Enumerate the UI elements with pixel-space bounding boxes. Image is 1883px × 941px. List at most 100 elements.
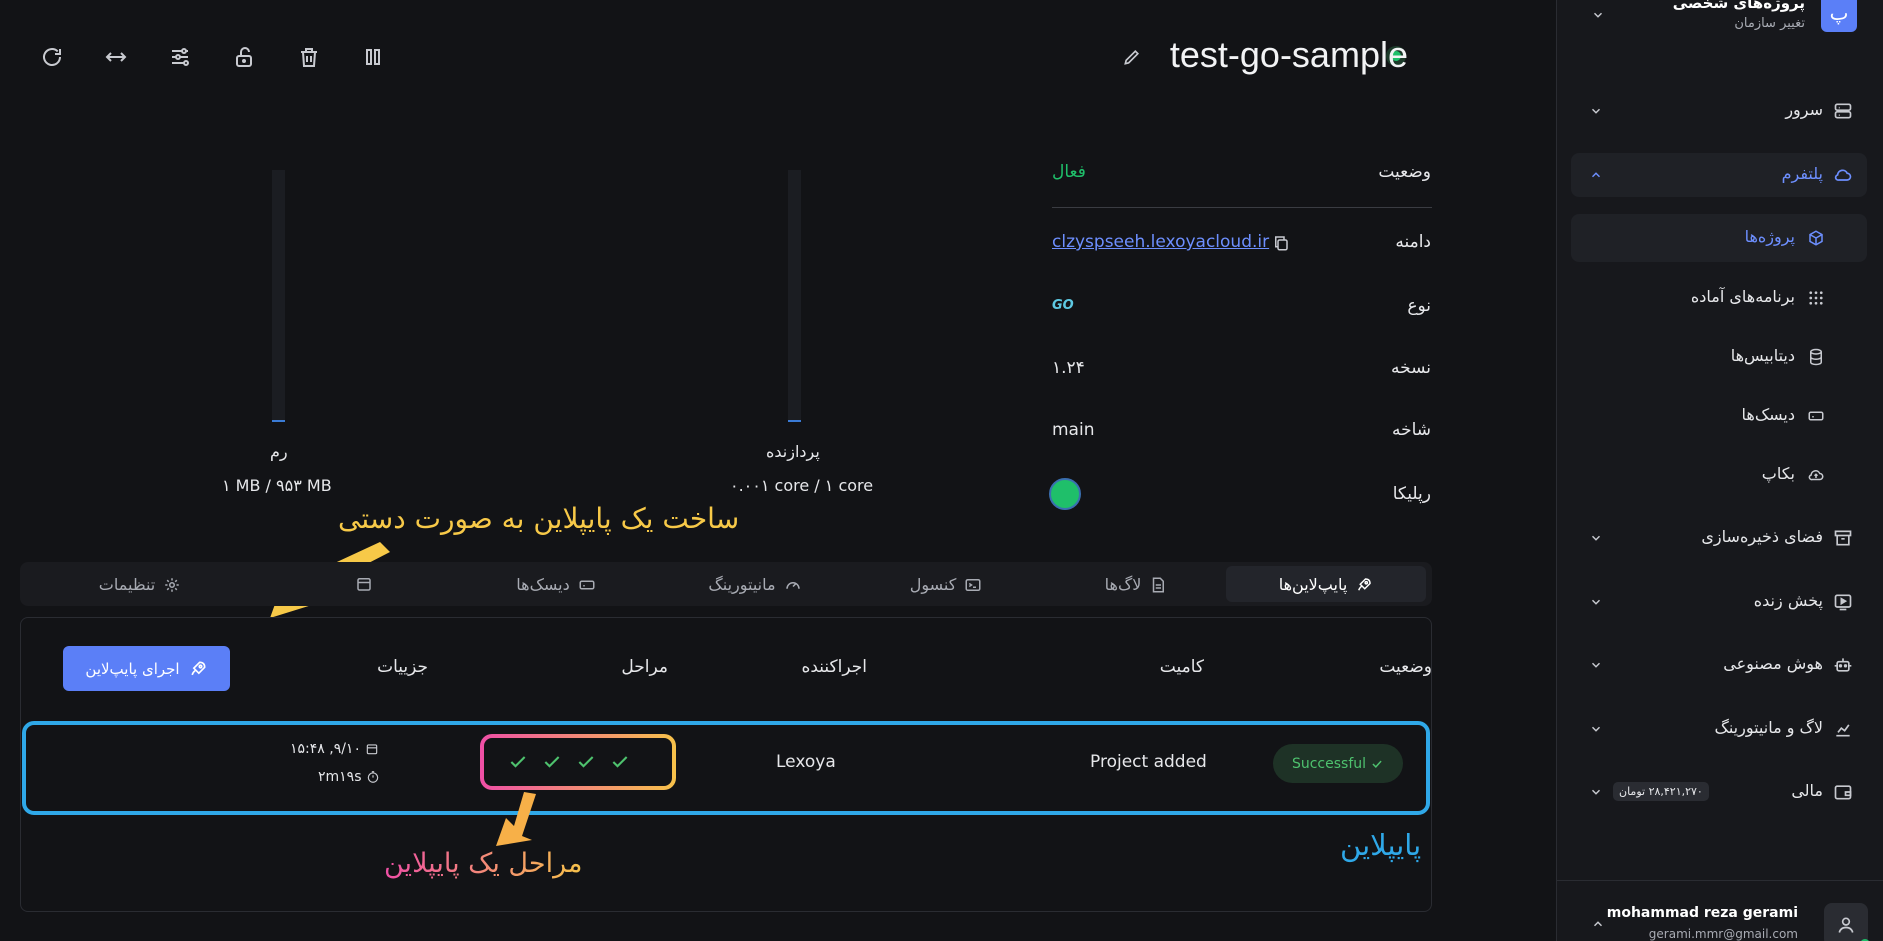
org-title[interactable]: پروژه‌های شخصی: [1673, 0, 1805, 12]
annotation-pipeline-steps: مراحل یک پایپلاین: [384, 848, 583, 879]
chevron-down-icon: [1591, 535, 1601, 541]
run-pipeline-button[interactable]: اجرای پایپ‌لاین: [63, 646, 230, 691]
run-date: ۱۵:۴۸ ,۹/۱۰: [290, 741, 379, 757]
domain-link[interactable]: clzyspseeh.lexoyacloud.ir: [1052, 232, 1269, 252]
tab-calendar[interactable]: [320, 566, 400, 602]
disk-icon: [1808, 411, 1824, 421]
sidebar-item-apps[interactable]: برنامه‌های آماده: [1571, 274, 1867, 322]
sidebar-item-live[interactable]: پخش زنده: [1571, 580, 1867, 624]
ram-bar: [272, 170, 285, 422]
archive-icon: [1834, 530, 1852, 546]
chevron-down-icon: [1591, 108, 1601, 114]
sidebar-item-ai[interactable]: هوش مصنوعی: [1571, 643, 1867, 687]
tab-pipelines[interactable]: پایپ‌لاین‌ها: [1226, 566, 1426, 602]
disk-icon: [579, 580, 595, 589]
annotation-manual-pipeline: ساخت یک پایپلاین به صورت دستی: [338, 502, 740, 535]
pencil-icon[interactable]: [1122, 47, 1142, 67]
tab-settings[interactable]: تنظیمات: [60, 566, 220, 602]
unlock-icon[interactable]: [233, 45, 257, 69]
step-check-icon[interactable]: [610, 752, 630, 772]
wallet-icon: [1834, 785, 1852, 800]
replica-label: رپلیکا: [1392, 484, 1431, 504]
column-details: جزییات: [377, 657, 428, 677]
annotation-pipeline: پایپلاین: [1340, 828, 1422, 862]
sidebar-item-disks[interactable]: دیسک‌ها: [1571, 392, 1867, 440]
grid-icon: [1809, 291, 1823, 305]
user-icon: [1838, 917, 1854, 933]
chevron-down-icon: [1591, 789, 1601, 795]
tab-label: مانیتورینگ: [708, 575, 776, 594]
sidebar-item-server[interactable]: سرور: [1571, 89, 1867, 133]
server-icon: [1834, 103, 1852, 119]
runner-name: Lexoya: [776, 752, 836, 772]
timer-icon: [367, 771, 378, 783]
rocket-icon: [1358, 577, 1372, 591]
arrows-horizontal-icon[interactable]: [104, 45, 128, 69]
calendar-icon: [366, 744, 378, 755]
calendar-icon: [357, 578, 371, 591]
step-check-icon[interactable]: [576, 752, 596, 772]
page-title: test-go-sample: [1169, 34, 1408, 75]
ram-value: ۱ MB / ۹۵۳ MB: [222, 476, 332, 495]
balance-badge: ۲۸,۴۲۱,۲۷۰ تومان: [1613, 782, 1709, 801]
chevron-down-icon[interactable]: [1591, 8, 1605, 22]
org-switch[interactable]: تغییر سازمان: [1734, 16, 1805, 31]
column-steps: مراحل: [621, 657, 668, 677]
run-pipeline-label: اجرای پایپ‌لاین: [85, 659, 180, 678]
live-icon: [1834, 594, 1852, 611]
sidebar-item-label: بکاپ: [1761, 464, 1795, 483]
sidebar-item-projects[interactable]: پروژه‌ها: [1571, 214, 1867, 262]
tab-label: تنظیمات: [98, 575, 156, 594]
sidebar-item-platform[interactable]: پلتفرم: [1571, 153, 1867, 197]
branch-label: شاخه: [1391, 420, 1431, 440]
run-duration: ۲m۱۹s: [318, 769, 380, 785]
gear-icon: [165, 577, 179, 592]
user-menu[interactable]: mohammad reza gerami gerami.mmr@gmail.co…: [1557, 880, 1883, 941]
column-runner: اجراکننده: [801, 657, 867, 677]
badge-label: Successful: [1291, 755, 1367, 772]
sidebar-item-label: پروژه‌ها: [1744, 227, 1795, 246]
chart-icon: [1836, 724, 1850, 737]
terminal-icon: [965, 578, 981, 591]
sidebar-item-logs-monitoring[interactable]: لاگ و مانیتورینگ: [1571, 707, 1867, 751]
chevron-up-icon[interactable]: [1591, 917, 1605, 931]
pause-icon[interactable]: [361, 45, 385, 69]
step-check-icon[interactable]: [542, 752, 562, 772]
sidebar-item-label: لاگ و مانیتورینگ: [1714, 718, 1824, 737]
orange-arrow-icon: [496, 792, 536, 846]
database-icon: [1810, 348, 1822, 366]
tab-monitoring[interactable]: مانیتورینگ: [670, 566, 840, 602]
cloud-icon: [1834, 169, 1852, 181]
version-value: ۱.۲۴: [1052, 358, 1085, 378]
trash-icon[interactable]: [297, 45, 321, 69]
refresh-icon[interactable]: [40, 45, 64, 69]
copy-icon[interactable]: [1272, 234, 1290, 252]
chevron-down-icon: [1591, 662, 1601, 668]
column-commit: کامیت: [1159, 657, 1204, 677]
table-row[interactable]: [22, 721, 1430, 815]
cpu-bar: [788, 170, 801, 422]
step-check-icon[interactable]: [508, 752, 528, 772]
status-label: وضعیت: [1378, 162, 1431, 182]
tab-disks[interactable]: دیسک‌ها: [476, 566, 636, 602]
tab-label: پایپ‌لاین‌ها: [1278, 575, 1348, 594]
user-name: mohammad reza gerami: [1606, 905, 1798, 921]
type-label: نوع: [1407, 296, 1431, 316]
gauge-icon: [785, 581, 800, 589]
file-icon: [1153, 577, 1165, 592]
pipeline-steps: [508, 752, 630, 772]
tab-label: کنسول: [909, 575, 957, 594]
tab-console[interactable]: کنسول: [866, 566, 1026, 602]
sidebar-item-backup[interactable]: بکاپ: [1571, 451, 1867, 499]
cloud-upload-icon: [1808, 470, 1824, 481]
chevron-down-icon: [1591, 599, 1601, 605]
rocket-icon: [190, 660, 206, 675]
tab-logs[interactable]: لاگ‌ها: [1056, 566, 1216, 602]
sliders-icon[interactable]: [168, 45, 192, 69]
ram-label: رم: [270, 442, 288, 461]
sidebar-item-storage[interactable]: فضای ذخیره‌سازی: [1571, 516, 1867, 560]
status-badge: Successful: [1273, 744, 1403, 783]
sidebar-item-databases[interactable]: دیتابیس‌ها: [1571, 333, 1867, 381]
tab-label: دیسک‌ها: [516, 575, 570, 594]
org-avatar[interactable]: پ: [1821, 0, 1857, 32]
